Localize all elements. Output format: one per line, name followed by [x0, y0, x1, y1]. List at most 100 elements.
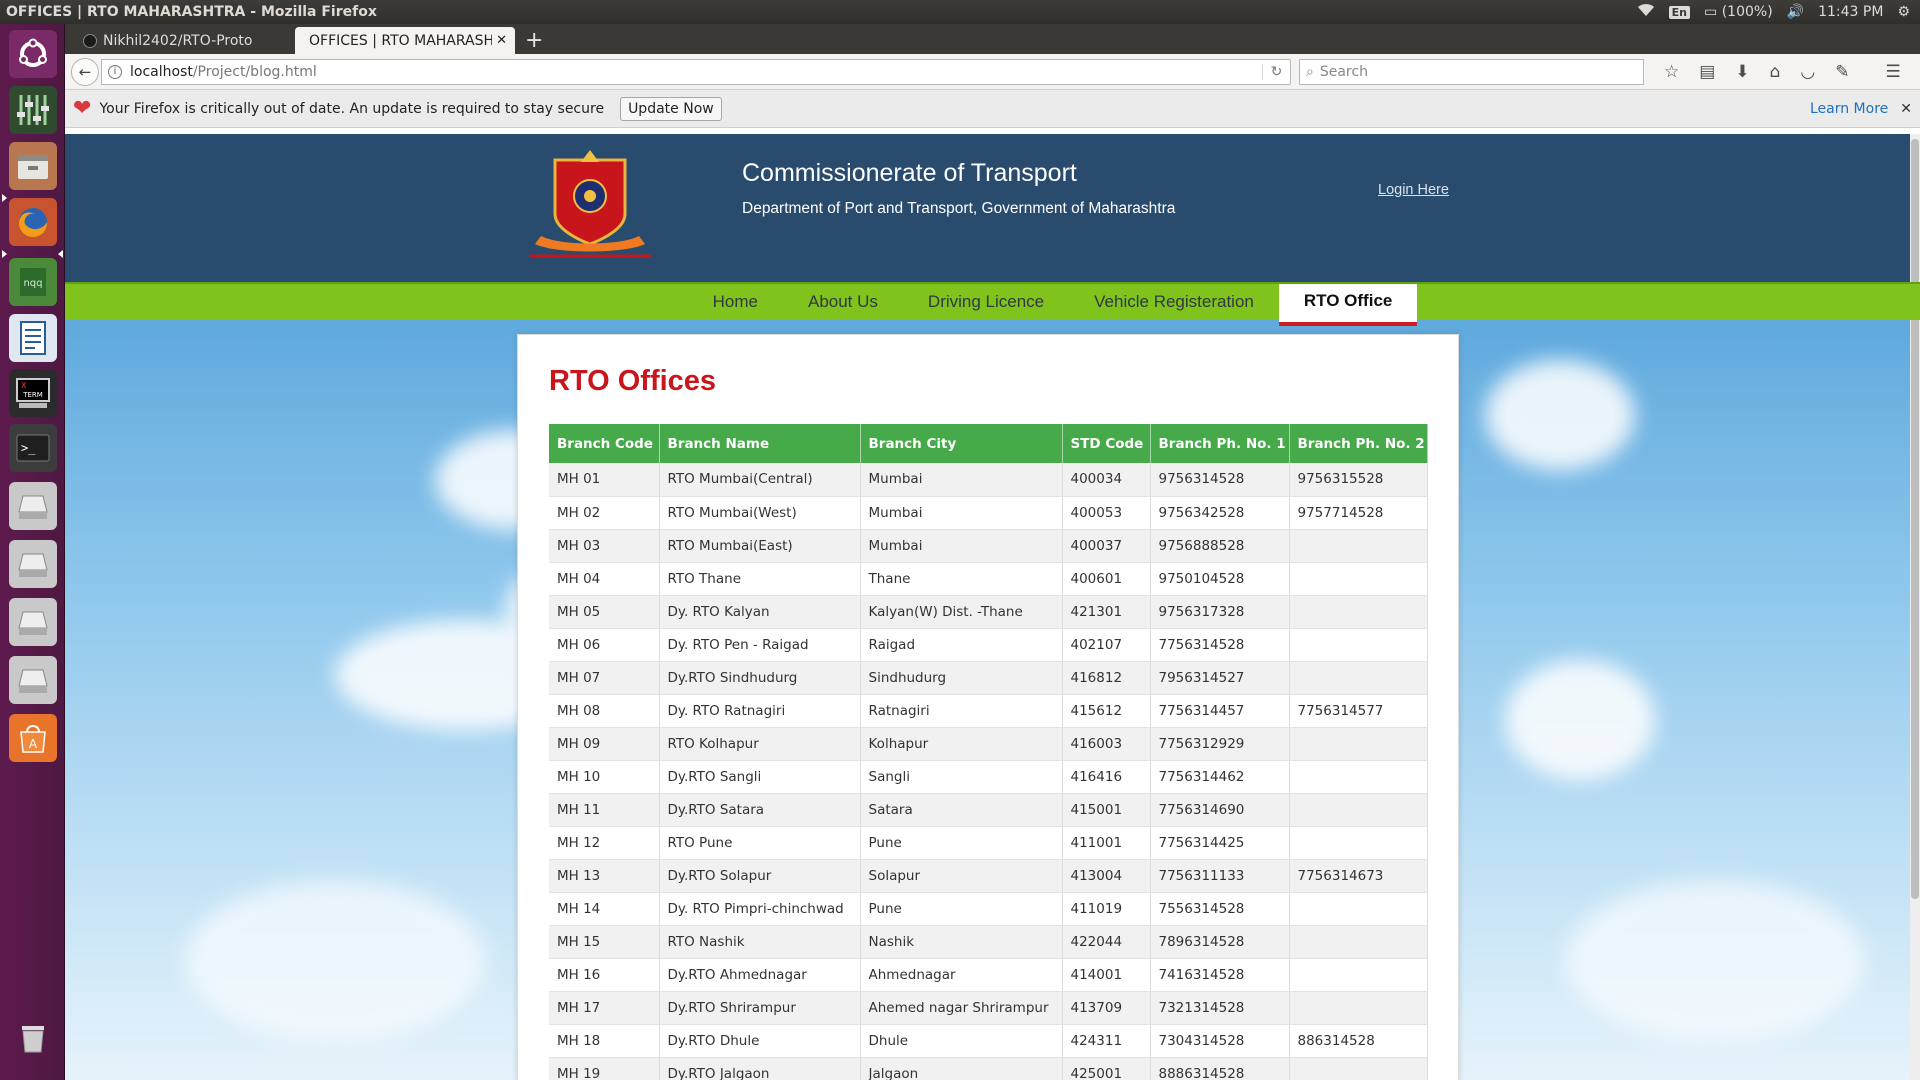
- table-cell: Ahmednagar: [860, 958, 1063, 992]
- tab-github[interactable]: Nikhil2402/RTO-Proto: [75, 27, 295, 54]
- text-editor-icon[interactable]: nqq: [9, 258, 57, 306]
- trash-icon[interactable]: [9, 1014, 57, 1062]
- table-cell: [1289, 562, 1428, 596]
- content-panel: RTO Offices Branch Code Branch Name Bran…: [517, 334, 1459, 1080]
- table-cell: 411019: [1062, 892, 1151, 926]
- pocket-icon[interactable]: ◡: [1800, 62, 1815, 82]
- table-cell: MH 17: [549, 991, 660, 1025]
- xterm-icon[interactable]: X TERM: [9, 369, 57, 417]
- nav-home[interactable]: Home: [688, 284, 783, 320]
- close-notification-icon[interactable]: ✕: [1900, 101, 1912, 117]
- toolbar-icons: ☆ ▤ ⬇ ⌂ ◡ ✎ ☰: [1664, 62, 1901, 82]
- settings-gear-icon[interactable]: ⚙: [1897, 4, 1910, 20]
- keyboard-layout-indicator[interactable]: En: [1668, 5, 1691, 19]
- table-cell: Solapur: [860, 859, 1063, 893]
- close-tab-icon[interactable]: ✕: [496, 33, 507, 48]
- table-cell: Pune: [860, 892, 1063, 926]
- site-info-icon[interactable]: i: [108, 64, 122, 79]
- table-cell: 415612: [1062, 694, 1151, 728]
- table-cell: RTO Mumbai(East): [659, 529, 861, 563]
- table-row: MH 17 Dy.RTO Shrirampur Ahemed nagar Shrir…: [549, 991, 1428, 1025]
- mixer-icon[interactable]: [9, 86, 57, 134]
- launcher: nqq X TERM >_ A: [0, 24, 65, 1080]
- drive-icon[interactable]: [9, 598, 57, 646]
- writer-icon[interactable]: [9, 314, 57, 362]
- reading-list-icon[interactable]: ▤: [1699, 62, 1715, 82]
- nav-rto-office[interactable]: RTO Office: [1278, 284, 1418, 326]
- table-cell: MH 09: [549, 727, 660, 761]
- extension-icon[interactable]: ✎: [1835, 62, 1849, 82]
- bookmark-star-icon[interactable]: ☆: [1664, 62, 1679, 82]
- table-cell: Kalyan(W) Dist. -Thane: [860, 595, 1063, 629]
- back-arrow-icon: ←: [78, 62, 92, 81]
- table-cell: RTO Kolhapur: [659, 727, 861, 761]
- table-cell: 7956314527: [1150, 661, 1290, 695]
- table-cell: MH 11: [549, 793, 660, 827]
- update-now-button[interactable]: Update Now: [620, 96, 722, 121]
- dash-icon[interactable]: [9, 30, 57, 78]
- table-cell: 411001: [1062, 826, 1151, 860]
- xterm-label: TERM: [22, 391, 43, 399]
- table-cell: Dy.RTO Sangli: [659, 760, 861, 794]
- system-top-panel: OFFICES | RTO MAHARASHTRA - Mozilla Fire…: [0, 0, 1920, 24]
- table-row: MH 16 Dy.RTO Ahmednagar Ahmednagar 414001 74…: [549, 958, 1428, 992]
- running-indicator: [2, 250, 7, 258]
- drive-icon[interactable]: [9, 540, 57, 588]
- table-cell: Jalgaon: [860, 1057, 1063, 1080]
- table-cell: 9756342528: [1150, 496, 1290, 530]
- reload-icon[interactable]: ↻: [1262, 63, 1290, 80]
- download-icon[interactable]: ⬇: [1735, 62, 1749, 82]
- battery-indicator[interactable]: ▭ (100%): [1704, 4, 1773, 20]
- url-bar[interactable]: i localhost/Project/blog.html ↻: [101, 58, 1291, 85]
- files-icon[interactable]: [9, 142, 57, 190]
- drive-icon[interactable]: [9, 482, 57, 530]
- table-cell: RTO Pune: [659, 826, 861, 860]
- table-cell: Dhule: [860, 1024, 1063, 1058]
- home-icon[interactable]: ⌂: [1770, 62, 1781, 82]
- table-cell: MH 12: [549, 826, 660, 860]
- table-cell: 7756311133: [1150, 859, 1290, 893]
- table-cell: 416003: [1062, 727, 1151, 761]
- table-cell: MH 04: [549, 562, 660, 596]
- table-cell: MH 08: [549, 694, 660, 728]
- table-cell: Ahemed nagar Shrirampur: [860, 991, 1063, 1025]
- terminal-icon[interactable]: >_: [9, 424, 57, 472]
- menu-hamburger-icon[interactable]: ☰: [1885, 62, 1900, 82]
- table-row: MH 19 Dy.RTO Jalgaon Jalgaon 425001 88863145…: [549, 1057, 1428, 1080]
- col-phone-1: Branch Ph. No. 1: [1150, 424, 1290, 463]
- new-tab-button[interactable]: +: [515, 27, 553, 54]
- software-center-icon[interactable]: A: [9, 714, 57, 762]
- tab-rto-offices[interactable]: OFFICES | RTO MAHARASHTRA ✕: [295, 27, 515, 54]
- table-cell: [1289, 892, 1428, 926]
- page-scrollbar[interactable]: [1910, 134, 1920, 1080]
- clock[interactable]: 11:43 PM: [1818, 4, 1883, 20]
- table-cell: 415001: [1062, 793, 1151, 827]
- drive-icon[interactable]: [9, 656, 57, 704]
- login-link[interactable]: Login Here: [1378, 182, 1449, 198]
- col-branch-name: Branch Name: [659, 424, 861, 463]
- table-cell: 400037: [1062, 529, 1151, 563]
- table-cell: Mumbai: [860, 529, 1063, 563]
- svg-text:>_: >_: [21, 441, 36, 455]
- learn-more-link[interactable]: Learn More: [1810, 101, 1888, 117]
- scrollbar-thumb[interactable]: [1911, 139, 1919, 899]
- nav-driving-licence[interactable]: Driving Licence: [903, 284, 1069, 320]
- back-button[interactable]: ←: [71, 57, 99, 86]
- table-cell: 9757714528: [1289, 496, 1428, 530]
- table-cell: MH 01: [549, 463, 660, 497]
- col-std-code: STD Code: [1062, 424, 1151, 463]
- wifi-icon[interactable]: [1637, 3, 1655, 21]
- table-row: MH 13 Dy.RTO Solapur Solapur 413004 77563111…: [549, 859, 1428, 893]
- search-input[interactable]: ⌕ Search: [1299, 58, 1644, 85]
- volume-icon[interactable]: 🔊: [1787, 4, 1804, 20]
- nav-about-us[interactable]: About Us: [783, 284, 903, 320]
- window-title: OFFICES | RTO MAHARASHTRA - Mozilla Fire…: [6, 4, 377, 20]
- table-cell: 7756314577: [1289, 694, 1428, 728]
- nav-vehicle-registration[interactable]: Vehicle Registeration: [1069, 284, 1279, 320]
- table-cell: [1289, 661, 1428, 695]
- table-cell: 7556314528: [1150, 892, 1290, 926]
- firefox-icon[interactable]: [9, 198, 57, 246]
- table-cell: RTO Thane: [659, 562, 861, 596]
- table-cell: 7416314528: [1150, 958, 1290, 992]
- col-phone-2: Branch Ph. No. 2: [1289, 424, 1428, 463]
